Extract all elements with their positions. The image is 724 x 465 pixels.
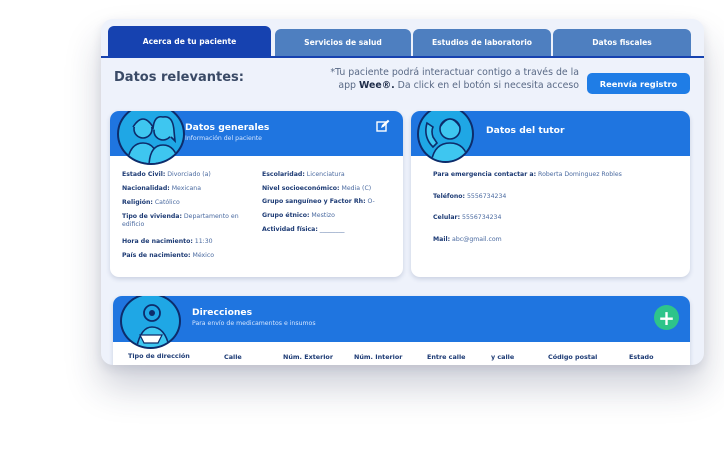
page: Acerca de tu paciente Servicios de salud… xyxy=(0,0,724,465)
tab-underline xyxy=(101,56,704,58)
tab-servicios-salud[interactable]: Servicios de salud xyxy=(275,29,411,56)
field-telefono: Teléfono: 5556734234 xyxy=(433,193,507,200)
general-data-card: Datos generales Información del paciente… xyxy=(110,111,403,277)
field-mail: Mail: abc@gmail.com xyxy=(433,236,502,243)
field-contacto-emergencia: Para emergencia contactar a: Roberta Dom… xyxy=(433,171,622,178)
notice-app-prefix: app xyxy=(338,79,359,91)
general-card-subtitle: Información del paciente xyxy=(185,135,262,142)
field-hora-nacimiento: Hora de nacimiento: 11:30 xyxy=(122,238,213,245)
column-header-entre-calle: Entre calle xyxy=(427,353,466,361)
column-header-y-calle: y calle xyxy=(491,353,515,361)
field-nacionalidad: Nacionalidad: Mexicana xyxy=(122,185,202,192)
field-tipo-vivienda: Tipo de vivienda: Departamento en edific… xyxy=(122,213,239,229)
field-escolaridad: Escolaridad: Licenciatura xyxy=(262,171,345,178)
add-address-button[interactable]: + xyxy=(654,305,679,330)
addresses-card-subtitle: Para envío de medicamentos e insumos xyxy=(192,320,316,327)
field-grupo-etnico: Grupo étnico: Mestizo xyxy=(262,212,335,219)
column-header-num-interior: Núm. Interior xyxy=(354,353,403,361)
notice-line-2-text: Da click en el botón si necesita acceso xyxy=(394,79,579,91)
column-header-num-exterior: Núm. Exterior xyxy=(283,353,333,361)
addresses-card: Direcciones Para envío de medicamentos e… xyxy=(113,296,690,365)
tab-acerca-paciente[interactable]: Acerca de tu paciente xyxy=(108,26,271,56)
access-notice: *Tu paciente podrá interactuar contigo a… xyxy=(291,67,579,92)
resend-registration-button[interactable]: Reenvía registro xyxy=(587,73,690,94)
column-header-codigo-postal: Código postal xyxy=(548,353,598,361)
general-card-title: Datos generales xyxy=(185,122,270,133)
notice-line-2: app Wee®. Da click en el botón si necesi… xyxy=(291,80,579,93)
column-header-tipo-direccion: Tipo de dirección xyxy=(128,352,190,360)
field-grupo-sanguineo: Grupo sanguíneo y Factor Rh: O- xyxy=(262,198,375,205)
patients-avatar-icon xyxy=(117,111,185,165)
tutor-data-card: Datos del tutor Para emergencia contacta… xyxy=(411,111,690,277)
field-nivel-socioeconomico: Nivel socioeconómico: Media (C) xyxy=(262,185,372,192)
field-actividad-fisica: Actividad física: ________ xyxy=(262,226,345,233)
addresses-card-title: Direcciones xyxy=(192,307,253,318)
addresses-card-header xyxy=(113,296,690,342)
notice-app-name: Wee®. xyxy=(358,79,395,91)
field-celular: Celular: 5556734234 xyxy=(433,214,502,221)
tab-estudios-laboratorio[interactable]: Estudios de laboratorio xyxy=(413,29,551,56)
tab-bar: Acerca de tu paciente Servicios de salud… xyxy=(108,26,693,56)
tutor-card-title: Datos del tutor xyxy=(486,125,565,136)
column-header-calle: Calle xyxy=(224,353,242,361)
app-window: Acerca de tu paciente Servicios de salud… xyxy=(101,19,704,365)
field-pais-nacimiento: País de nacimiento: México xyxy=(122,252,215,259)
tab-datos-fiscales[interactable]: Datos fiscales xyxy=(553,29,691,56)
column-header-estado: Estado xyxy=(629,353,654,361)
page-title: Datos relevantes: xyxy=(114,70,244,85)
field-estado-civil: Estado Civil: Divorciado (a) xyxy=(122,171,211,178)
notice-line-1: *Tu paciente podrá interactuar contigo a… xyxy=(330,67,579,78)
edit-icon[interactable] xyxy=(376,119,390,133)
field-religion: Religión: Católico xyxy=(122,199,180,206)
